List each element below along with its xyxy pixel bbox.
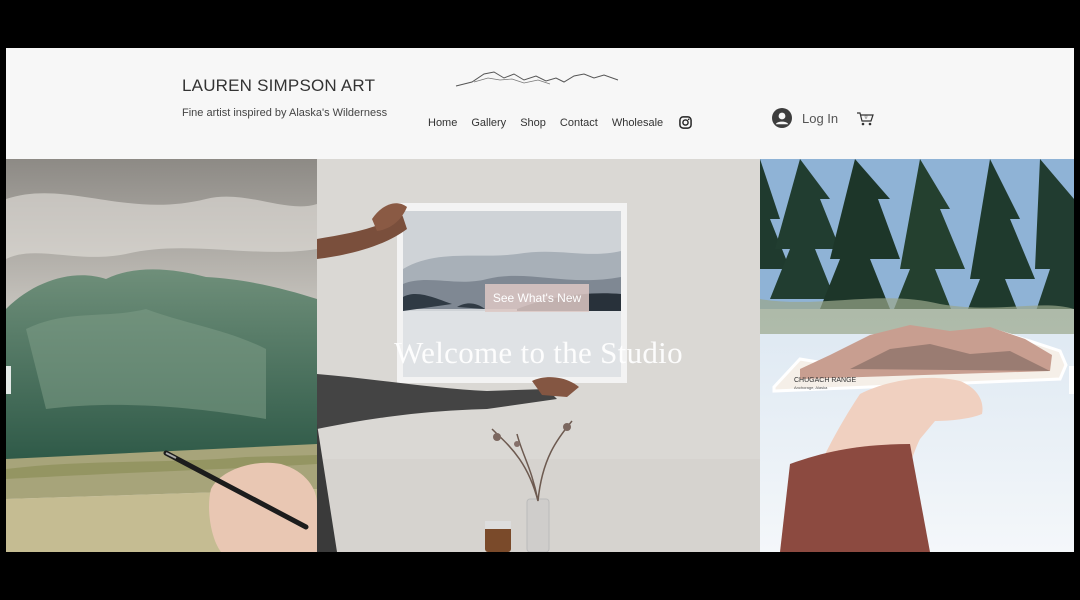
- nav-shop[interactable]: Shop: [520, 117, 546, 129]
- site-title[interactable]: LAUREN SIMPSON ART: [182, 76, 375, 96]
- prev-slide-arrow[interactable]: [6, 366, 11, 394]
- sticker-photo-image: CHUGACH RANGE Anchorage, Alaska: [760, 159, 1074, 552]
- sticker-title: CHUGACH RANGE: [794, 377, 857, 384]
- nav-wholesale[interactable]: Wholesale: [612, 117, 663, 129]
- site-header: LAUREN SIMPSON ART Fine artist inspired …: [6, 48, 1074, 159]
- cart-count: 0: [865, 115, 868, 121]
- mountain-logo-icon: [455, 71, 619, 87]
- user-avatar-icon: [772, 108, 792, 128]
- next-slide-arrow[interactable]: [1069, 366, 1074, 394]
- login-label: Log In: [802, 110, 839, 126]
- hero-title: Welcome to the Studio: [394, 335, 683, 370]
- see-whats-new-button[interactable]: See What's New: [485, 284, 589, 312]
- hero-banner: CHUGACH RANGE Anchorage, Alaska Welcome …: [6, 159, 1074, 552]
- instagram-icon[interactable]: [679, 116, 692, 129]
- nav-contact[interactable]: Contact: [560, 117, 598, 129]
- main-nav: Home Gallery Shop Contact Wholesale: [428, 116, 692, 129]
- site-frame: LAUREN SIMPSON ART Fine artist inspired …: [6, 48, 1074, 552]
- cart-icon[interactable]: 0: [856, 109, 874, 127]
- painting-image: [6, 159, 317, 552]
- nav-gallery[interactable]: Gallery: [471, 117, 506, 129]
- nav-home[interactable]: Home: [428, 117, 457, 129]
- site-tagline: Fine artist inspired by Alaska's Wildern…: [182, 107, 388, 119]
- sticker-subtitle: Anchorage, Alaska: [794, 385, 828, 390]
- login-button[interactable]: Log In: [772, 108, 838, 128]
